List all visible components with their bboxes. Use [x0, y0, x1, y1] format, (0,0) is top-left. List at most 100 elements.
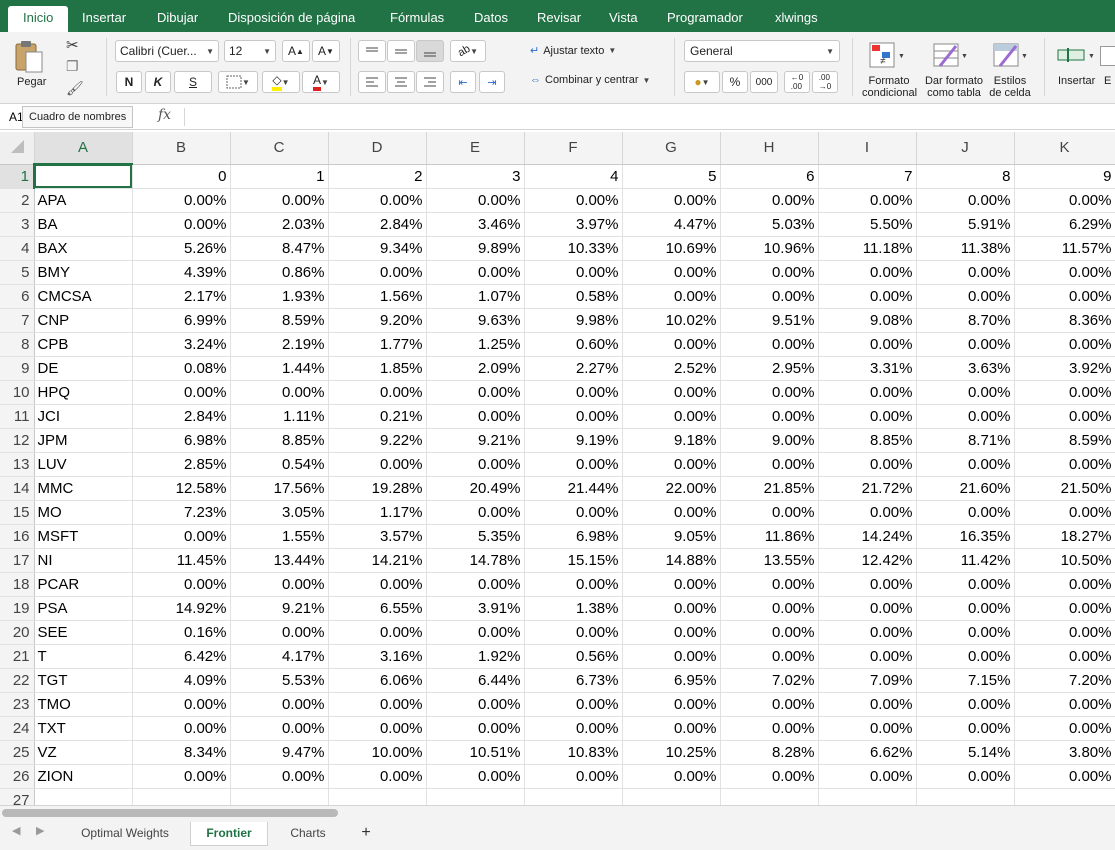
- cell-i15[interactable]: 0.00%: [818, 500, 917, 525]
- wrap-text-button[interactable]: ↵ Ajustar texto ▼: [530, 44, 616, 58]
- align-right-button[interactable]: [416, 71, 444, 93]
- cell-c19[interactable]: 9.21%: [230, 596, 329, 621]
- align-top-button[interactable]: [358, 40, 386, 62]
- cell-d7[interactable]: 9.20%: [328, 308, 427, 333]
- cell-a25[interactable]: VZ: [34, 740, 133, 765]
- cell-a22[interactable]: TGT: [34, 668, 133, 693]
- cell-b8[interactable]: 3.24%: [132, 332, 231, 357]
- cell-empty[interactable]: [916, 788, 1015, 805]
- cell-e15[interactable]: 0.00%: [426, 500, 525, 525]
- cell-a5[interactable]: BMY: [34, 260, 133, 285]
- cell-f15[interactable]: 0.00%: [524, 500, 623, 525]
- cell-d12[interactable]: 9.22%: [328, 428, 427, 453]
- cell-j1[interactable]: 8: [916, 164, 1015, 189]
- cell-empty[interactable]: [426, 788, 525, 805]
- cell-h16[interactable]: 11.86%: [720, 524, 819, 549]
- cell-a9[interactable]: DE: [34, 356, 133, 381]
- cell-a20[interactable]: SEE: [34, 620, 133, 645]
- sheet-tab-optimal-weights[interactable]: Optimal Weights: [62, 822, 188, 846]
- cell-g6[interactable]: 0.00%: [622, 284, 721, 309]
- cell-j22[interactable]: 7.15%: [916, 668, 1015, 693]
- cell-i10[interactable]: 0.00%: [818, 380, 917, 405]
- cell-b24[interactable]: 0.00%: [132, 716, 231, 741]
- cell-empty[interactable]: [328, 788, 427, 805]
- cell-g21[interactable]: 0.00%: [622, 644, 721, 669]
- cell-e6[interactable]: 1.07%: [426, 284, 525, 309]
- cell-e14[interactable]: 20.49%: [426, 476, 525, 501]
- cell-d20[interactable]: 0.00%: [328, 620, 427, 645]
- name-box[interactable]: A1: [4, 106, 24, 128]
- cell-i20[interactable]: 0.00%: [818, 620, 917, 645]
- row-header[interactable]: 10: [0, 380, 35, 405]
- cell-i19[interactable]: 0.00%: [818, 596, 917, 621]
- cell-g13[interactable]: 0.00%: [622, 452, 721, 477]
- cell-j20[interactable]: 0.00%: [916, 620, 1015, 645]
- fill-color-button[interactable]: ◇ ▼: [262, 71, 300, 93]
- cell-i11[interactable]: 0.00%: [818, 404, 917, 429]
- cell-i4[interactable]: 11.18%: [818, 236, 917, 261]
- cell-b25[interactable]: 8.34%: [132, 740, 231, 765]
- align-middle-button[interactable]: [387, 40, 415, 62]
- cell-b21[interactable]: 6.42%: [132, 644, 231, 669]
- column-header-b[interactable]: B: [132, 132, 231, 165]
- cell-j9[interactable]: 3.63%: [916, 356, 1015, 381]
- thousands-button[interactable]: 000: [750, 71, 778, 93]
- row-header[interactable]: 18: [0, 572, 35, 597]
- tab-inicio[interactable]: Inicio: [8, 6, 69, 32]
- column-header-a[interactable]: A: [34, 132, 133, 165]
- cell-e5[interactable]: 0.00%: [426, 260, 525, 285]
- cell-e11[interactable]: 0.00%: [426, 404, 525, 429]
- cell-a23[interactable]: TMO: [34, 692, 133, 717]
- cell-i7[interactable]: 9.08%: [818, 308, 917, 333]
- cell-d15[interactable]: 1.17%: [328, 500, 427, 525]
- cell-e18[interactable]: 0.00%: [426, 572, 525, 597]
- cell-j21[interactable]: 0.00%: [916, 644, 1015, 669]
- row-header[interactable]: 6: [0, 284, 35, 309]
- cell-i17[interactable]: 12.42%: [818, 548, 917, 573]
- cell-d22[interactable]: 6.06%: [328, 668, 427, 693]
- row-header[interactable]: 27: [0, 788, 35, 805]
- column-header-c[interactable]: C: [230, 132, 329, 165]
- cell-d10[interactable]: 0.00%: [328, 380, 427, 405]
- cell-h26[interactable]: 0.00%: [720, 764, 819, 789]
- cell-k24[interactable]: 0.00%: [1014, 716, 1115, 741]
- row-header[interactable]: 25: [0, 740, 35, 765]
- cell-b12[interactable]: 6.98%: [132, 428, 231, 453]
- cell-k2[interactable]: 0.00%: [1014, 188, 1115, 213]
- cell-e2[interactable]: 0.00%: [426, 188, 525, 213]
- cell-e19[interactable]: 3.91%: [426, 596, 525, 621]
- row-header[interactable]: 23: [0, 692, 35, 717]
- cell-i13[interactable]: 0.00%: [818, 452, 917, 477]
- cell-a4[interactable]: BAX: [34, 236, 133, 261]
- copy-icon[interactable]: ❐: [66, 58, 79, 75]
- cell-c18[interactable]: 0.00%: [230, 572, 329, 597]
- decrease-indent-button[interactable]: ⇤: [450, 71, 476, 93]
- cell-f11[interactable]: 0.00%: [524, 404, 623, 429]
- cell-f18[interactable]: 0.00%: [524, 572, 623, 597]
- cell-c16[interactable]: 1.55%: [230, 524, 329, 549]
- borders-button[interactable]: ▼: [218, 71, 258, 93]
- font-color-button[interactable]: A ▼: [302, 71, 340, 93]
- cell-h13[interactable]: 0.00%: [720, 452, 819, 477]
- cell-j24[interactable]: 0.00%: [916, 716, 1015, 741]
- tab-datos[interactable]: Datos: [474, 6, 508, 32]
- cell-h11[interactable]: 0.00%: [720, 404, 819, 429]
- cell-g18[interactable]: 0.00%: [622, 572, 721, 597]
- cell-c11[interactable]: 1.11%: [230, 404, 329, 429]
- cell-c17[interactable]: 13.44%: [230, 548, 329, 573]
- font-size-select[interactable]: 12 ▼: [224, 40, 276, 62]
- insert-function-icon[interactable]: fx: [158, 107, 171, 123]
- cell-j17[interactable]: 11.42%: [916, 548, 1015, 573]
- cell-c15[interactable]: 3.05%: [230, 500, 329, 525]
- cell-a8[interactable]: CPB: [34, 332, 133, 357]
- cell-f14[interactable]: 21.44%: [524, 476, 623, 501]
- cell-h17[interactable]: 13.55%: [720, 548, 819, 573]
- select-all-corner[interactable]: [0, 132, 35, 165]
- cell-e1[interactable]: 3: [426, 164, 525, 189]
- cell-a3[interactable]: BA: [34, 212, 133, 237]
- column-header-j[interactable]: J: [916, 132, 1015, 165]
- cell-c8[interactable]: 2.19%: [230, 332, 329, 357]
- cell-a21[interactable]: T: [34, 644, 133, 669]
- cell-k9[interactable]: 3.92%: [1014, 356, 1115, 381]
- cell-e16[interactable]: 5.35%: [426, 524, 525, 549]
